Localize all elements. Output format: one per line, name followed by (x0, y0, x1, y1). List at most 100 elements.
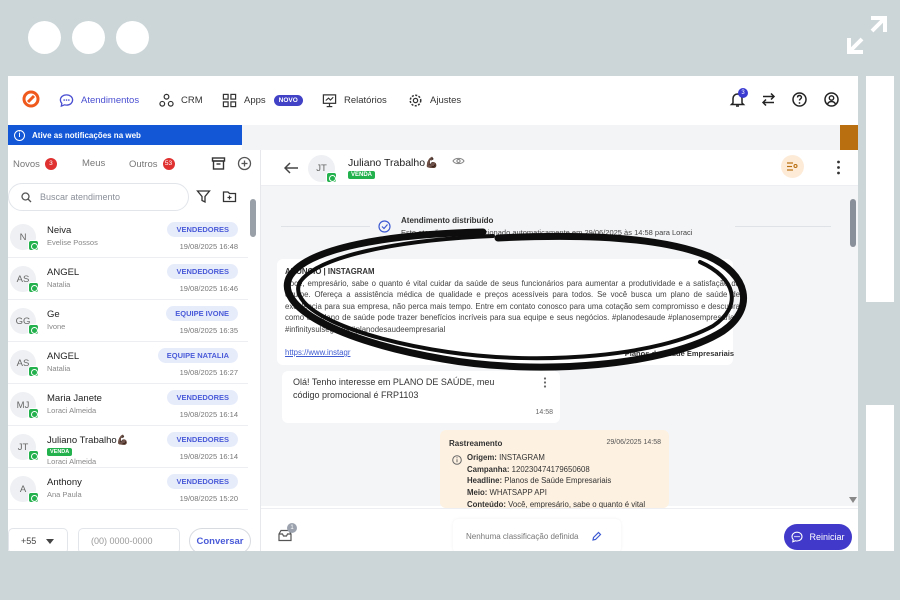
whatsapp-icon (28, 366, 39, 377)
novo-badge: NOVO (273, 94, 303, 106)
ad-link[interactable]: https://www.instagr (285, 347, 350, 359)
tab-novos-count: 3 (44, 158, 57, 170)
whatsapp-icon (28, 408, 39, 419)
profile-icon[interactable] (823, 91, 840, 108)
nav-ajustes-label: Ajustes (430, 94, 462, 106)
ad-body: Você, empresário, sabe o quanto é vital … (285, 278, 740, 334)
tracking-key: Campanha: (467, 464, 510, 474)
timestamp: 19/08/2025 16:27 (179, 368, 238, 377)
tracking-row: Headline: Planos de Saúde Empresariais (467, 475, 645, 487)
conversation-row[interactable]: MJ Maria Janete Loraci Almeida VENDEDORE… (8, 384, 248, 426)
help-icon[interactable] (791, 91, 808, 108)
filter-icon[interactable] (196, 189, 211, 204)
nav-atendimentos[interactable]: Atendimentos (59, 92, 139, 108)
phone-number-input[interactable]: (00) 0000-0000 (78, 528, 180, 551)
contact-name: Anthony (47, 477, 82, 488)
contact-name: Juliano Trabalho💪🏿 (47, 435, 129, 446)
logo-icon (22, 90, 40, 108)
contact-details-button[interactable] (781, 155, 804, 178)
tracking-row: Meio: WHATSAPP API (467, 487, 645, 499)
contact-list-icon (787, 162, 798, 171)
tracking-rows: Origem: INSTAGRAM Campanha: 120230474179… (467, 452, 645, 508)
scrollbar-thumb[interactable] (850, 199, 856, 247)
contact-name: Maria Janete (47, 393, 102, 404)
event-text: Este atendimento foi direcionado automat… (401, 228, 693, 237)
whatsapp-icon (28, 492, 39, 503)
tab-novos-label: Novos (13, 158, 40, 170)
window-dot-3 (116, 21, 149, 54)
side-panel-bottom (866, 405, 894, 551)
tab-meus[interactable]: Meus (82, 158, 105, 169)
country-code-select[interactable]: +55 (8, 528, 68, 551)
info-icon (452, 455, 462, 465)
gear-icon (409, 94, 422, 106)
tracking-key: Origem: (467, 453, 497, 462)
search-input[interactable]: Buscar atendimento (8, 183, 189, 211)
pencil-icon[interactable] (591, 531, 602, 542)
conversar-button[interactable]: Conversar (189, 528, 251, 551)
tracking-key: Headline: (467, 476, 503, 486)
restart-button[interactable]: Reiniciar (784, 524, 852, 550)
agent-name: Natalia (47, 364, 71, 373)
nav-apps-label: Apps (244, 94, 266, 106)
nav-ajustes[interactable]: Ajustes (408, 92, 461, 108)
tracking-value: WHATSAPP API (489, 488, 547, 498)
add-folder-icon[interactable] (222, 189, 237, 204)
conversation-row[interactable]: N Neiva Evelise Possos VENDEDORES 19/08/… (8, 216, 248, 258)
team-tag: VENDEDORES (167, 222, 238, 237)
nav-relatorios[interactable]: Relatórios (322, 92, 387, 108)
timestamp: 19/08/2025 16:14 (179, 410, 238, 419)
tracking-value: Você, empresário, sabe o quanto é vital (508, 499, 646, 508)
ad-content: ANÚNCIO | INSTAGRAM Você, empresário, sa… (285, 266, 740, 358)
agent-name: Ivone (47, 322, 66, 331)
eye-icon[interactable] (452, 156, 465, 166)
tab-outros[interactable]: Outros 53 (129, 158, 175, 170)
chat-scrollbar[interactable] (850, 194, 857, 504)
transfer-icon[interactable] (760, 91, 777, 108)
back-arrow-icon[interactable] (284, 162, 299, 174)
conversation-row[interactable]: AS ANGEL Natalia VENDEDORES 19/08/2025 1… (8, 258, 248, 300)
scroll-down-arrow-icon[interactable] (849, 497, 857, 503)
archive-icon[interactable] (211, 156, 226, 171)
team-tag: EQUIPE IVONE (166, 306, 238, 321)
classification-field[interactable]: Nenhuma classificação definida (453, 519, 621, 551)
team-tag: VENDEDORES (167, 432, 238, 447)
tracking-row: Origem: INSTAGRAM (467, 452, 645, 464)
window-dot-1 (28, 21, 61, 54)
whatsapp-icon (28, 450, 39, 461)
team-tag: VENDEDORES (167, 264, 238, 279)
distribution-icon (378, 220, 391, 233)
tracking-row: Conteúdo: Você, empresário, sabe o quant… (467, 499, 645, 508)
nav-apps[interactable]: Apps NOVO (222, 92, 303, 108)
side-panel-top (866, 76, 894, 302)
conversation-row[interactable]: A Anthony Ana Paula VENDEDORES 19/08/202… (8, 468, 248, 510)
distribution-event: Atendimento distribuído Este atendimento… (370, 212, 735, 242)
event-title: Atendimento distribuído (401, 216, 494, 225)
conversation-row[interactable]: AS ANGEL Natalia EQUIPE NATALIA 19/08/20… (8, 342, 248, 384)
tab-outros-count: 53 (162, 158, 175, 170)
contact-name: ANGEL (47, 267, 80, 278)
tracking-key: Conteúdo: (467, 499, 506, 508)
top-strip (242, 125, 840, 150)
inbox-count: 1 (287, 523, 297, 533)
tab-novos[interactable]: Novos 3 (13, 158, 57, 170)
conversation-scrollbar[interactable] (250, 196, 256, 516)
scrollbar-thumb[interactable] (250, 199, 256, 237)
conversation-list: N Neiva Evelise Possos VENDEDORES 19/08/… (8, 216, 248, 516)
tracking-key: Meio: (467, 488, 488, 498)
agent-name: Ana Paula (47, 490, 82, 499)
add-circle-icon[interactable] (237, 156, 252, 171)
more-vertical-icon[interactable] (836, 160, 841, 175)
nav-crm[interactable]: CRM (159, 92, 203, 108)
agent-name: Loraci Almeida (47, 406, 97, 415)
side-tab[interactable] (840, 125, 858, 150)
enable-notifications-bar[interactable]: i Ative as notificações na web (8, 125, 242, 145)
conversation-row[interactable]: GG Ge Ivone EQUIPE IVONE 19/08/2025 16:3… (8, 300, 248, 342)
whatsapp-icon (28, 282, 39, 293)
timestamp: 19/08/2025 15:20 (179, 494, 238, 503)
team-tag: VENDEDORES (167, 390, 238, 405)
whatsapp-icon (28, 240, 39, 251)
conversation-row[interactable]: JT Juliano Trabalho💪🏿 VENDA Loraci Almei… (8, 426, 248, 468)
nav-relatorios-label: Relatórios (344, 94, 387, 106)
message-menu-icon[interactable] (543, 377, 547, 388)
